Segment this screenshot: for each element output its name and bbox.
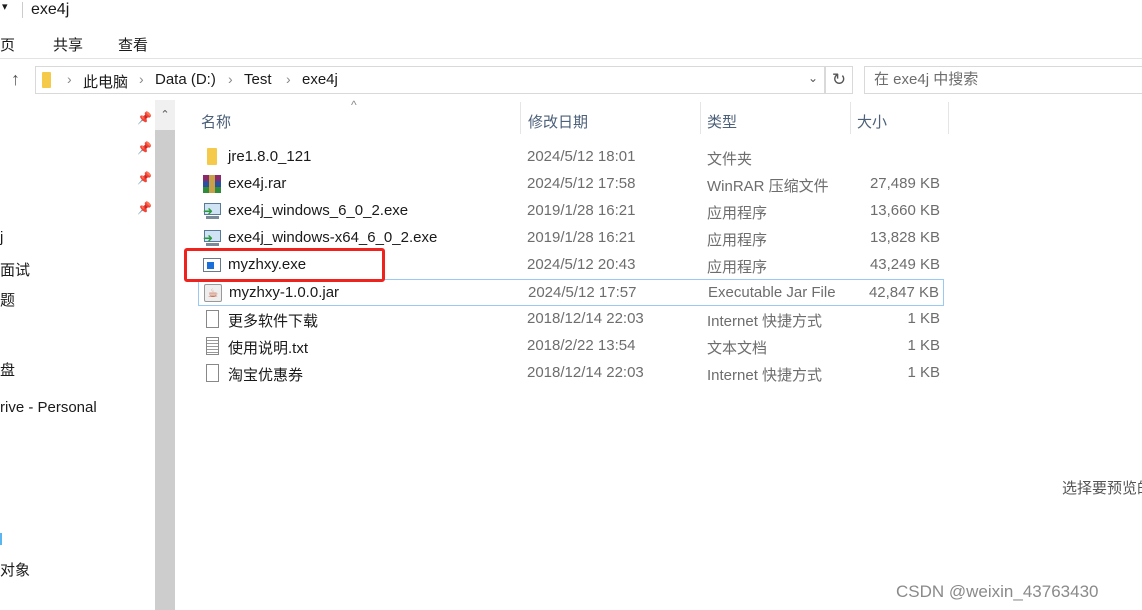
file-name: 淘宝优惠券 bbox=[228, 367, 304, 384]
breadcrumb-test[interactable]: Test bbox=[244, 71, 272, 88]
pin-icon: 📌 bbox=[137, 201, 152, 215]
tab-share[interactable]: 共享 bbox=[53, 34, 83, 55]
nav-item-onedrive[interactable]: rive - Personal bbox=[0, 399, 97, 416]
file-name: 使用说明.txt bbox=[228, 340, 309, 357]
preview-pane-message: 选择要预览的 bbox=[1062, 480, 1142, 497]
scroll-up-button[interactable]: ⌃ bbox=[155, 100, 175, 130]
file-type: 应用程序 bbox=[707, 205, 768, 222]
folder-icon bbox=[203, 148, 221, 166]
folder-icon bbox=[42, 72, 51, 88]
column-date[interactable]: 修改日期 bbox=[528, 111, 588, 132]
file-row[interactable]: 使用说明.txt 2018/2/22 13:54 文本文档 1 KB bbox=[198, 333, 944, 360]
nav-scrollbar[interactable] bbox=[155, 100, 175, 610]
chevron-right-icon[interactable]: › bbox=[139, 71, 144, 87]
file-type: 文件夹 bbox=[707, 151, 753, 168]
file-date: 2018/2/22 13:54 bbox=[527, 337, 636, 354]
nav-item[interactable]: 盘 bbox=[0, 359, 15, 380]
pin-icon: 📌 bbox=[137, 111, 152, 125]
file-size: 13,660 KB bbox=[869, 202, 940, 219]
winrar-icon bbox=[203, 175, 221, 193]
column-name[interactable]: 名称 bbox=[201, 111, 231, 132]
file-type: 应用程序 bbox=[707, 232, 768, 249]
file-row[interactable]: ➜ exe4j_windows_6_0_2.exe 2019/1/28 16:2… bbox=[198, 198, 944, 225]
file-name: exe4j.rar bbox=[228, 175, 287, 192]
chevron-right-icon[interactable]: › bbox=[67, 71, 72, 87]
nav-item[interactable]: 对象 bbox=[0, 559, 30, 580]
refresh-button[interactable]: ↻ bbox=[825, 66, 853, 94]
file-name: exe4j_windows_6_0_2.exe bbox=[228, 202, 409, 219]
file-size: 27,489 KB bbox=[869, 175, 940, 192]
text-file-icon bbox=[203, 337, 221, 355]
file-size: 1 KB bbox=[907, 364, 940, 381]
column-size[interactable]: 大小 bbox=[857, 111, 887, 132]
chevron-right-icon[interactable]: › bbox=[228, 71, 233, 87]
pin-icon: 📌 bbox=[137, 141, 152, 155]
file-name: jre1.8.0_121 bbox=[228, 148, 312, 165]
title-separator bbox=[22, 2, 23, 18]
up-arrow-icon[interactable]: ↑ bbox=[11, 69, 20, 90]
nav-item[interactable]: j bbox=[0, 229, 3, 246]
tab-home[interactable]: 主页 bbox=[0, 34, 15, 55]
search-input[interactable]: 在 exe4j 中搜索 bbox=[864, 66, 1142, 94]
nav-item[interactable]: 题 bbox=[0, 289, 15, 310]
window-title: exe4j bbox=[31, 1, 70, 18]
java-icon: ☕ bbox=[204, 284, 222, 302]
column-divider[interactable] bbox=[850, 102, 851, 134]
file-type: Internet 快捷方式 bbox=[707, 313, 823, 330]
file-size: 1 KB bbox=[907, 310, 940, 327]
file-row[interactable]: ☕ myzhxy-1.0.0.jar 2024/5/12 17:57 Execu… bbox=[198, 279, 944, 306]
file-date: 2018/12/14 22:03 bbox=[527, 364, 644, 381]
file-date: 2018/12/14 22:03 bbox=[527, 310, 644, 327]
file-type: 文本文档 bbox=[707, 340, 768, 357]
column-divider[interactable] bbox=[520, 102, 521, 134]
highlight-annotation bbox=[184, 248, 385, 282]
file-icon bbox=[203, 364, 221, 382]
file-row[interactable]: 更多软件下载 2018/12/14 22:03 Internet 快捷方式 1 … bbox=[198, 306, 944, 333]
column-type[interactable]: 类型 bbox=[707, 111, 737, 132]
file-type: Internet 快捷方式 bbox=[707, 367, 823, 384]
file-name: 更多软件下载 bbox=[228, 313, 319, 330]
tab-view[interactable]: 查看 bbox=[118, 34, 148, 55]
chevron-right-icon[interactable]: › bbox=[286, 71, 291, 87]
address-dropdown-icon[interactable]: ⌄ bbox=[808, 71, 818, 85]
breadcrumb-exe4j[interactable]: exe4j bbox=[302, 71, 338, 88]
file-size: 43,249 KB bbox=[869, 256, 940, 273]
column-divider[interactable] bbox=[700, 102, 701, 134]
breadcrumb-drive[interactable]: Data (D:) bbox=[155, 71, 216, 88]
nav-item-network[interactable] bbox=[0, 533, 2, 545]
column-divider[interactable] bbox=[948, 102, 949, 134]
file-date: 2024/5/12 17:58 bbox=[527, 175, 636, 192]
address-bar[interactable] bbox=[35, 66, 825, 94]
file-name: exe4j_windows-x64_6_0_2.exe bbox=[228, 229, 438, 246]
file-icon bbox=[203, 310, 221, 328]
file-size: 42,847 KB bbox=[868, 284, 939, 301]
file-name: myzhxy-1.0.0.jar bbox=[229, 284, 340, 301]
nav-item[interactable]: 面试 bbox=[0, 259, 30, 280]
file-date: 2024/5/12 18:01 bbox=[527, 148, 636, 165]
breadcrumb-this-pc[interactable]: 此电脑 bbox=[83, 71, 128, 92]
quick-access-dropdown[interactable]: ▾ bbox=[2, 0, 8, 13]
file-type: Executable Jar File bbox=[708, 284, 836, 301]
file-size: 1 KB bbox=[907, 337, 940, 354]
file-row[interactable]: 淘宝优惠券 2018/12/14 22:03 Internet 快捷方式 1 K… bbox=[198, 360, 944, 387]
ribbon-divider bbox=[0, 58, 1142, 59]
file-size: 13,828 KB bbox=[869, 229, 940, 246]
file-date: 2024/5/12 17:57 bbox=[528, 284, 637, 301]
file-type: 应用程序 bbox=[707, 259, 768, 276]
file-date: 2019/1/28 16:21 bbox=[527, 229, 636, 246]
file-date: 2019/1/28 16:21 bbox=[527, 202, 636, 219]
watermark: CSDN @weixin_43763430 bbox=[896, 582, 1099, 601]
file-date: 2024/5/12 20:43 bbox=[527, 256, 636, 273]
installer-icon: ➜ bbox=[203, 202, 221, 220]
pin-icon: 📌 bbox=[137, 171, 152, 185]
installer-icon: ➜ bbox=[203, 229, 221, 247]
file-row[interactable]: exe4j.rar 2024/5/12 17:58 WinRAR 压缩文件 27… bbox=[198, 171, 944, 198]
file-type: WinRAR 压缩文件 bbox=[707, 178, 829, 195]
sort-arrow-icon: ^ bbox=[351, 98, 357, 112]
file-row[interactable]: jre1.8.0_121 2024/5/12 18:01 文件夹 bbox=[198, 144, 944, 171]
